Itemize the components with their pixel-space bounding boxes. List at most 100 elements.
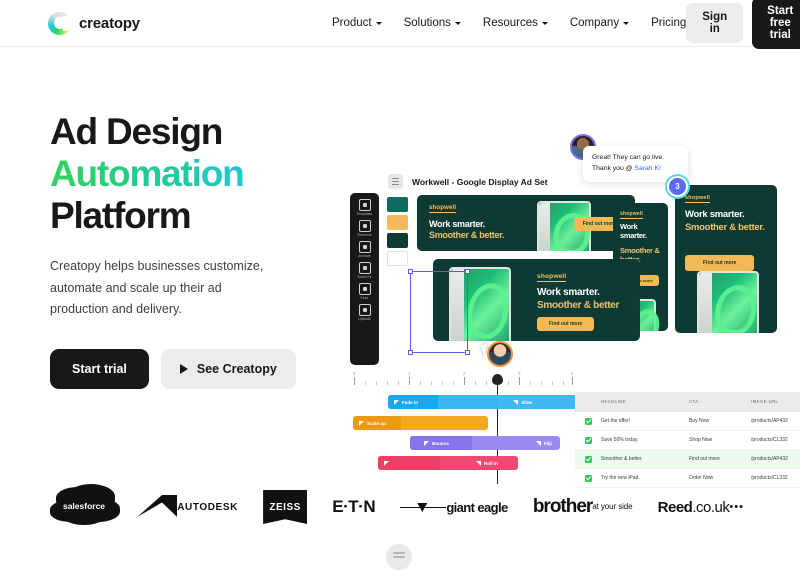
ad-cta-button[interactable]: Find out more (537, 317, 595, 331)
ease-in-icon (394, 399, 399, 405)
top-navigation-bar: creatopy Product Solutions Resources Com… (0, 0, 800, 49)
sidebar-item-animate-label: Animate (358, 254, 371, 258)
ease-out-icon (475, 460, 481, 466)
ruler-label: 0 (353, 371, 356, 376)
ad-headline-1: Work smarter. (620, 222, 647, 240)
ruler-label: 2 (463, 371, 466, 376)
sidebar-item-feed[interactable]: Feed (350, 283, 379, 300)
ad-banner-tall[interactable]: shopwell Work smarter. Smoother & better… (675, 185, 777, 333)
ad-headline-2: Smoother & better. (685, 222, 765, 233)
nav-item-company[interactable]: Company (569, 17, 630, 29)
sidebar-item-animate[interactable]: Animate (350, 241, 379, 258)
color-swatch[interactable] (387, 251, 408, 266)
table-row[interactable]: Get the offer! Buy Now /products/AP432 (575, 412, 800, 431)
timeline-track-scale-up[interactable]: Scale up (353, 416, 488, 430)
cell-cta: Shop Now (689, 437, 713, 443)
creatopy-logo-icon (48, 11, 72, 35)
comment-line-1: Great! They can go live. (592, 154, 665, 161)
checkbox-checked-icon (584, 455, 592, 463)
color-swatch[interactable] (387, 233, 408, 248)
cell-headline: Save 50% today. (601, 437, 639, 443)
comment-prefix: Thank you @ (592, 164, 635, 172)
sidebar-item-templates[interactable]: Templates (350, 199, 379, 216)
cell-cta: Find out more (689, 456, 720, 462)
resize-handle[interactable] (408, 350, 413, 355)
color-swatch[interactable] (387, 215, 408, 230)
brand-logo[interactable]: creatopy (48, 11, 140, 35)
row-checkbox[interactable] (575, 436, 601, 444)
table-header-image-url: IMAGE URL (751, 399, 779, 404)
chevron-down-icon (541, 22, 548, 25)
cell-headline: Smoother & better. (601, 456, 643, 462)
sidebar-item-feed-label: Feed (360, 296, 369, 300)
headline-line-2: Automation (50, 152, 245, 194)
hero-subheading: Creatopy helps businesses customize, aut… (50, 259, 264, 317)
nav-item-product[interactable]: Product (332, 17, 382, 29)
ad-banner-wide[interactable]: shopwell Work smarter. Smoother & better… (417, 195, 635, 251)
table-row[interactable]: Save 50% today. Shop Now /products/CL332 (575, 431, 800, 450)
hero-copy: Ad Design Automation Platform Creatopy h… (0, 89, 330, 467)
table-header-row: HEADLINE CTA IMAGE URL (575, 392, 800, 412)
hero-cta-row: Start trial See Creatopy (50, 348, 330, 389)
ad-brand-name: shopwell (537, 273, 567, 282)
logo-brother: brother at your side (532, 496, 633, 517)
ruler-label: 1 (408, 371, 411, 376)
timeline-track-bounce[interactable]: Bounce Flip (410, 436, 560, 450)
hero-section: Ad Design Automation Platform Creatopy h… (0, 47, 800, 488)
row-checkbox[interactable] (575, 455, 601, 463)
sign-in-button[interactable]: Sign in (686, 3, 744, 43)
see-creatopy-label: See Creatopy (196, 361, 277, 376)
sidebar-item-elements[interactable]: Elements (350, 220, 379, 237)
ease-out-icon (513, 399, 519, 405)
nav-item-pricing-label: Pricing (651, 17, 687, 29)
table-row[interactable]: Smoother & better. Find out more /produc… (575, 450, 800, 469)
elements-icon (358, 220, 371, 232)
start-free-trial-button[interactable]: Start free trial (752, 0, 800, 49)
feed-icon (358, 283, 371, 295)
table-header-cta: CTA (689, 399, 699, 404)
nav-item-solutions[interactable]: Solutions (404, 17, 461, 29)
ad-cta-button[interactable]: Find out more (685, 255, 755, 271)
nav-item-pricing[interactable]: Pricing (651, 17, 686, 29)
resize-handle[interactable] (408, 269, 413, 274)
nav-links: Product Solutions Resources Company Pric… (332, 17, 686, 29)
ease-in-icon (424, 440, 429, 446)
sidebar-item-uploads[interactable]: Uploads (350, 304, 379, 321)
feed-data-table: HEADLINE CTA IMAGE URL Get the offer! Bu… (575, 392, 800, 488)
resize-handle[interactable] (465, 269, 470, 274)
ad-brand-name: shopwell (685, 195, 711, 203)
cell-url: /products/CL332 (751, 437, 788, 443)
see-creatopy-button[interactable]: See Creatopy (160, 348, 296, 389)
ease-in-icon (359, 420, 364, 426)
resize-handle[interactable] (465, 350, 470, 355)
nav-item-solutions-label: Solutions (403, 17, 451, 29)
comment-mention[interactable]: Sarah K! (634, 165, 660, 172)
page-title: Ad Design Automation Platform (50, 111, 330, 236)
row-checkbox[interactable] (575, 417, 601, 425)
timeline-ruler[interactable]: 0 1 2 3 4 (353, 371, 578, 389)
color-swatch[interactable] (387, 197, 408, 212)
start-trial-button[interactable]: Start trial (50, 348, 149, 389)
sidebar-item-templates-label: Templates (356, 212, 373, 216)
cell-url: /products/AP432 (751, 456, 788, 462)
templates-icon (358, 199, 371, 211)
sidebar-item-brand-kit-label: Brand Kit (357, 275, 372, 279)
timeline-track-fade-in[interactable]: Fade in Slow (388, 395, 578, 409)
sidebar-item-uploads-label: Uploads (358, 317, 371, 321)
sidebar-item-brand-kit[interactable]: Brand Kit (350, 262, 379, 279)
document-title-bar: Workwell - Google Display Ad Set (388, 174, 548, 189)
selection-frame[interactable] (408, 269, 470, 355)
nav-item-company-label: Company (569, 17, 620, 29)
color-swatch-list (387, 197, 408, 266)
play-icon (179, 363, 188, 374)
track-label-start: Scale up (367, 420, 386, 426)
headline-line-3: Platform (50, 194, 192, 236)
chevron-down-icon (454, 22, 461, 25)
nav-item-resources[interactable]: Resources (483, 17, 548, 29)
comment-count-badge[interactable]: 3 (667, 176, 688, 197)
scroll-indicator[interactable] (386, 544, 412, 570)
timeline-track-roll-in[interactable]: Roll in (378, 456, 518, 470)
track-label-start: Fade in (402, 399, 419, 405)
ad-headline-2: Smoother & better (537, 300, 620, 311)
ad-headline-1: Work smarter. (537, 287, 600, 298)
